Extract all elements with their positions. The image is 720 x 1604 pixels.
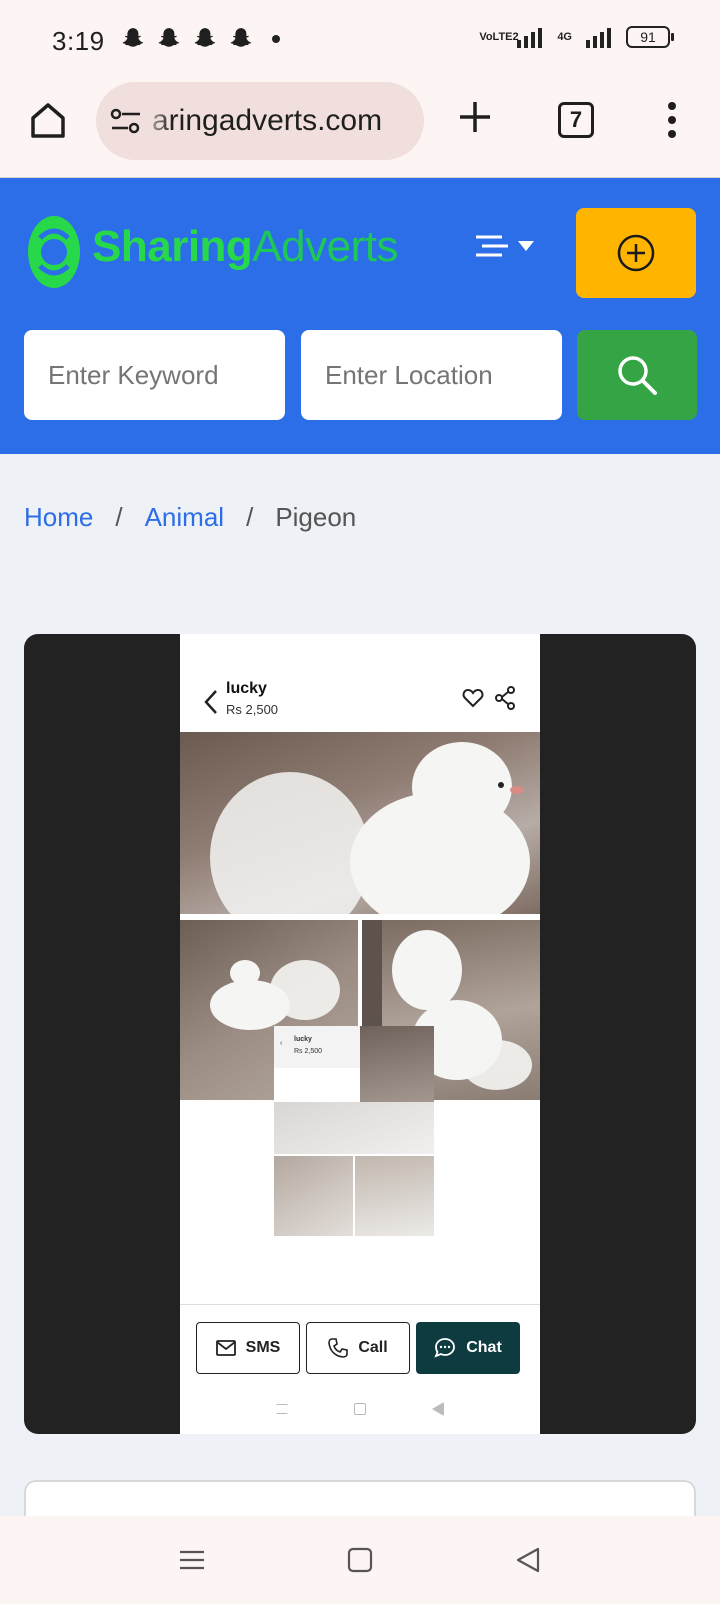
hamburger-icon xyxy=(476,235,508,257)
breadcrumb-animal[interactable]: Animal xyxy=(145,502,224,533)
address-bar[interactable]: aringadverts.com xyxy=(96,82,424,160)
tab-switcher-button[interactable]: 7 xyxy=(558,102,594,138)
url-text[interactable]: aringadverts.com xyxy=(152,104,382,138)
breadcrumb-separator: / xyxy=(246,502,254,532)
mini-price: Rs 2,500 xyxy=(294,1048,323,1055)
back-nav-icon[interactable] xyxy=(514,1546,542,1574)
system-icons: VoLTE2 4G 91 xyxy=(479,26,674,48)
nested-screenshot-preview: ‹ lucky Rs 2,500 ♡ ⋖ xyxy=(274,1026,434,1236)
share-icon xyxy=(495,686,515,710)
listing-image-gallery[interactable]: lucky Rs 2,500 ‹ lucky Rs 2,500 SMS Call… xyxy=(24,634,696,1434)
back-arrow-icon xyxy=(204,690,217,714)
sms-label: SMS xyxy=(245,1339,281,1356)
signal-icon xyxy=(517,28,543,48)
search-icon xyxy=(618,356,657,395)
chat-bubble-icon xyxy=(434,1338,456,1358)
post-ad-button[interactable] xyxy=(576,208,696,298)
site-header: SharingAdverts xyxy=(0,178,720,454)
breadcrumb-home[interactable]: Home xyxy=(24,502,93,533)
sharingadverts-logo-icon[interactable] xyxy=(26,214,82,290)
breadcrumb: Home / Animal / Pigeon xyxy=(24,502,356,533)
snapchat-icon xyxy=(158,28,179,47)
search-button[interactable] xyxy=(577,330,697,420)
snapchat-icon xyxy=(122,28,143,47)
call-button[interactable]: Call xyxy=(306,1322,410,1374)
sms-button[interactable]: SMS xyxy=(196,1322,300,1374)
brand-part-1: Sharing xyxy=(92,222,253,271)
mini-title: lucky xyxy=(294,1036,312,1043)
embedded-nav-hint xyxy=(180,1394,540,1424)
nav-menu-toggle[interactable] xyxy=(476,234,534,258)
browser-toolbar: aringadverts.com 7 xyxy=(0,82,720,178)
location-input[interactable] xyxy=(301,330,562,420)
system-navigation-bar xyxy=(0,1516,720,1604)
keyword-input[interactable] xyxy=(24,330,285,420)
battery-level: 91 xyxy=(640,29,656,45)
breadcrumb-separator: / xyxy=(115,502,123,532)
chat-button[interactable]: Chat xyxy=(416,1322,520,1374)
listing-screenshot-image: lucky Rs 2,500 ‹ lucky Rs 2,500 SMS Call… xyxy=(180,634,540,1434)
brand-part-2: Adverts xyxy=(252,222,398,271)
recent-apps-icon[interactable] xyxy=(178,1546,206,1574)
battery-icon: 91 xyxy=(626,26,674,48)
status-bar: 3:19 VoLTE2 4G 91 xyxy=(0,0,720,82)
chat-label: Chat xyxy=(466,1339,502,1356)
breadcrumb-current: Pigeon xyxy=(275,502,357,532)
site-settings-icon[interactable] xyxy=(110,106,142,136)
chevron-down-icon xyxy=(518,241,534,251)
listing-price: Rs 2,500 xyxy=(226,702,279,717)
home-nav-icon[interactable] xyxy=(346,1546,374,1574)
status-time: 3:19 xyxy=(52,26,105,56)
more-notifications-dot xyxy=(272,35,280,43)
mail-icon xyxy=(215,1340,236,1356)
listing-title: lucky xyxy=(226,680,267,697)
phone-icon xyxy=(328,1338,349,1358)
snapchat-icon xyxy=(194,28,215,47)
call-label: Call xyxy=(358,1339,388,1356)
brand-name[interactable]: SharingAdverts xyxy=(92,222,398,272)
snapchat-icon xyxy=(230,28,251,47)
add-circle-icon xyxy=(617,234,655,272)
pigeon-photo-main xyxy=(180,732,540,914)
more-options-icon[interactable] xyxy=(664,100,680,140)
heart-icon xyxy=(462,688,484,708)
network-gen-label: 4G xyxy=(557,31,572,43)
home-icon[interactable] xyxy=(28,100,68,140)
volte-label: VoLTE2 xyxy=(479,31,519,43)
notification-icons xyxy=(120,26,280,52)
signal-icon-2 xyxy=(586,28,611,48)
new-tab-icon[interactable] xyxy=(456,98,494,136)
